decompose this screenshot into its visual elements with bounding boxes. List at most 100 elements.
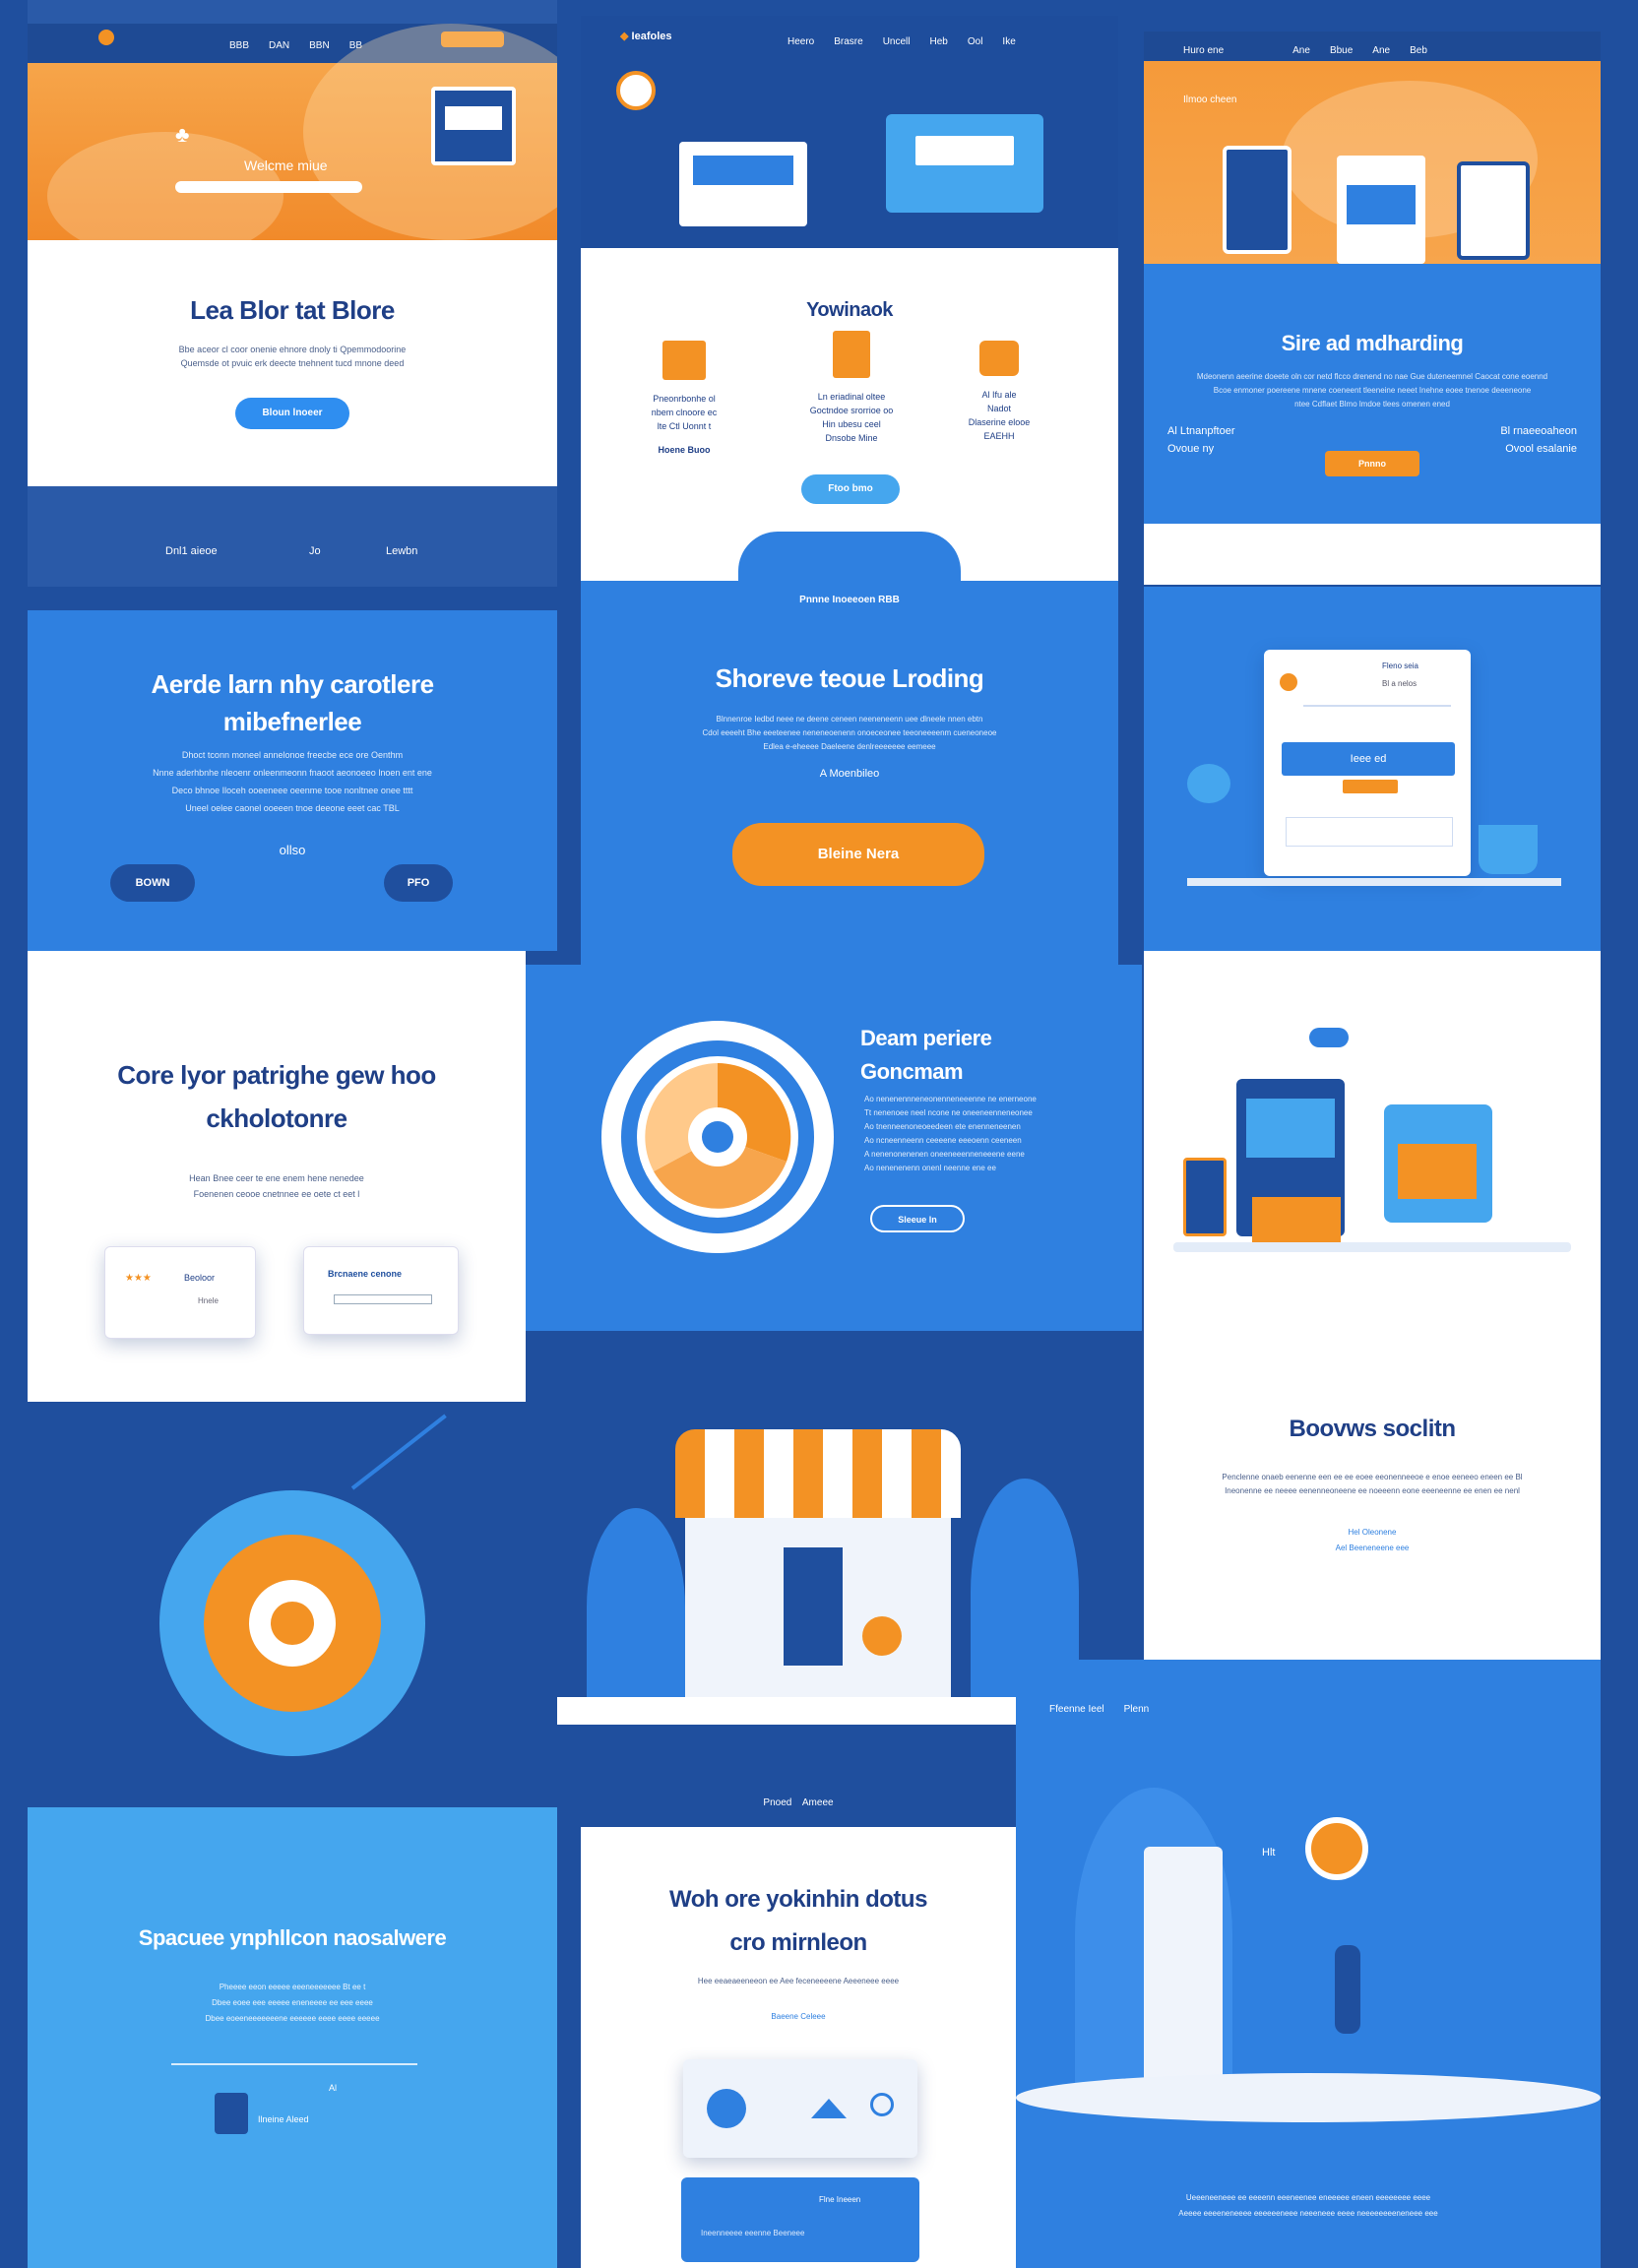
top-label: Pnnne Inoeeoen RBB [799,595,900,605]
section-title: Boovws soclitn [1289,1416,1456,1442]
nav-item-5[interactable]: Ool [968,36,983,47]
cta-button[interactable]: Bleine Nera [732,823,984,886]
body-line-1: Blnnenroe Iedbd neee ne deene ceneen nee… [716,715,983,724]
body-line-2: Foenenen ceooe cnetnnee ee oete ct eet l [193,1189,360,1199]
panel-about: Aerde larn nhy carotlere mibefnerlee Dho… [28,587,557,951]
feature-item-3: Lewbn [386,545,418,557]
panel-app-promo: Spacuee ynphllcon naosalwere Pheeee eeon… [28,1807,557,2268]
panel-services: ◆ Ieafoles Heero Brasre Uncell Heb Ool Ike Yo… [581,16,1118,587]
message-bubble-icon [1305,1817,1368,1880]
body-line-2: Quemsde ot pvuic erk deecte tnehnent tuc… [180,358,405,368]
nav-item-3[interactable]: Bbue [1330,45,1353,56]
nav-item-1[interactable]: Heero [788,36,814,47]
right-pill-button[interactable]: PFO [384,864,453,902]
plan-card-left[interactable]: ★★★ Beoloor Hnele [104,1246,256,1339]
feature-column-2: Ln eriadinal oltee Goctndoe srorrioe oo … [788,331,915,445]
panel-team: Ffeenne Ieel Plenn Hlt Ueeeneeneee ee eee… [1016,1660,1601,2268]
globe-icon [616,71,656,110]
body-line-2: Dbee eoee eee eeeee eneneeee ee eee eeee [212,1998,373,2007]
person-illustration [1335,1945,1360,2034]
brand-logo: ◆ Ieafoles [620,31,672,42]
cup-icon [979,341,1019,376]
nav-item-4[interactable]: Ane [1372,45,1390,56]
panel-browse: Boovws soclitn Penclenne onaeb eenenne e… [1144,1345,1601,1660]
app-label: Ilneine Aleed [258,2114,309,2124]
nav-item-2[interactable]: Ane [1292,45,1310,56]
stat-right: Bl rnaeeoaheon Ovool esalanie [1500,425,1577,455]
left-pill-button[interactable]: BOWN [110,864,195,902]
section-title-line-1: Aerde larn nhy carotlere mibefnerlee [151,669,434,736]
nav-item-3[interactable]: Uncell [883,36,911,47]
brand-label[interactable]: Pnoed [763,1797,791,1808]
marketing-button[interactable]: Pnnno [1325,451,1419,476]
body-line-1: Penclenne onaeb eenenne een ee ee eoee e… [1222,1473,1523,1481]
logo-icon [98,30,114,45]
illustration-card [683,2059,917,2158]
feature-item-1: Dnl1 aieoe [165,545,218,557]
body-line-1: Dhoct tconn moneel annelonoe freecbe ece… [181,750,404,760]
nav-item-1[interactable]: Ffeenne Ieel [1049,1704,1104,1715]
section-title: Sire ad mdharding [1281,331,1464,355]
hero-label: Ilmoo cheen [1183,94,1237,105]
document-icon [833,331,870,378]
cloud-icon [1309,1028,1349,1047]
monitor-illustration [1384,1104,1492,1223]
plan-card-right[interactable]: Brcnaene cenone [303,1246,459,1335]
nav-item-2[interactable]: DAN [269,40,289,51]
body-line-3: Deco bhnoe Iloceh ooeeneee oeenme tooe n… [171,786,413,795]
top-nav: Huro ene Ane Bbue Ane Beb [1144,32,1601,61]
nav-item-3[interactable]: BBN [309,40,330,51]
nav-item-4[interactable]: Heb [930,36,948,47]
link[interactable]: Baeene Celeee [581,2010,1016,2024]
nav-item-2[interactable]: Brasre [834,36,862,47]
nav-label[interactable]: Ameee [802,1797,834,1808]
tree-icon: ♣ [175,122,190,147]
outline-button[interactable]: Sleeue ln [870,1205,965,1232]
body-line-1: Bbe aceor cl coor onenie ehnore dnoly ti… [178,345,407,354]
section-title: Deam periere Goncmam [860,1026,992,1084]
link-2[interactable]: Ael Beeneneene eee [1144,1542,1601,1555]
target-icon [159,1490,425,1756]
body-line-1: Hee eeaeaeeneeon ee Aee feceneeeene Aeee… [697,1977,900,1985]
feature-icons-row: Dnl1 aieoe Jo Lewbn [28,512,557,571]
card-window: Fleno seia Bl a nelos Ieee ed [1264,650,1471,876]
shop-front [685,1518,951,1705]
star-rating: ★★★ [125,1273,152,1284]
panel-pricing: Core lyor patrighe gew hoo ckholotonre H… [28,951,526,1402]
top-nav: Ffeenne Ieel Plenn [1040,1699,1159,1717]
hero-text: Welcme miue [244,158,328,173]
hero-search-bar[interactable] [175,181,362,193]
feature-item-2: Jo [309,545,321,557]
link-1[interactable]: Hel Oleonene [1144,1526,1601,1540]
cup-illustration [1479,825,1538,874]
nav-item-1[interactable]: Huro ene [1183,45,1224,56]
body-line-3: Edlea e-eheeee Daeleene denlreeeeeee eem… [763,742,936,751]
hero-card: Lea Blor tat Blore Bbe aceor cl coor one… [28,240,557,486]
section-title: Yowinaok [806,299,893,321]
nav-item-6[interactable]: Ike [1002,36,1015,47]
phone-illustration [1457,161,1530,260]
panel-card-illustration: Fleno seia Bl a nelos Ieee ed [1144,587,1601,951]
arrow-line [350,1414,447,1490]
primary-button[interactable]: Bloun lnoeer [235,398,349,429]
center-label: ollso [279,843,306,857]
hero-illustration: Ilmoo cheen [1144,61,1601,264]
monitor-illustration [679,142,807,226]
nav-item-1[interactable]: BBB [229,40,249,51]
screen-illustration [431,87,516,165]
panel-device-illustration [1144,951,1601,1345]
body-line-1: Pheeee eeon eeeee eeeneeeeeee Bt ee t [219,1983,366,1991]
feature-column-3: Al Ifu ale Nadot Dlaserine elooe EAEHH [935,341,1063,443]
nav-item-5[interactable]: Beb [1410,45,1427,56]
donut-chart [601,1021,834,1253]
body-line-3: ntee Cdflaet Blmo lmdoe tlees omenen ene… [1294,400,1450,409]
coffee-icon [1187,764,1230,803]
blue-tag[interactable]: Ieee ed [1282,742,1455,776]
footer-card[interactable]: Flne Ineeen Ineenneeee eeenne Beeneee [681,2177,919,2262]
services-button[interactable]: Ftoo bmo [801,474,900,504]
feature-column-1: Pneonrbonhe ol nbem clnoore ec lte Ctl U… [620,341,748,457]
page-title: Lea Blor tat Blore [190,295,395,325]
app-icon [215,2093,248,2134]
nav-item-2[interactable]: Plenn [1124,1704,1150,1715]
panel-onboarding: Pnoed Ameee Woh ore yokinhin dotus cro m… [581,1725,1016,2268]
